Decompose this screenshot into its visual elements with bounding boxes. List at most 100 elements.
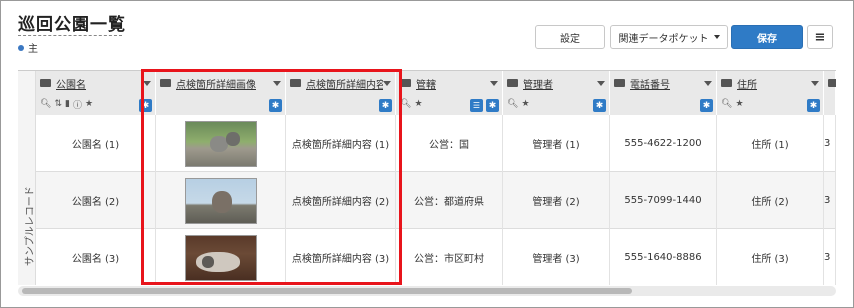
text-field-icon — [721, 79, 732, 87]
settings-button[interactable]: 設定 — [535, 25, 605, 49]
cell-phone[interactable]: 555-4622-1200 — [610, 115, 717, 172]
cell-inspection-detail[interactable]: 点検箇所詳細内容 (1) — [286, 115, 396, 172]
cell-extra[interactable]: 3 — [824, 115, 836, 172]
table-row[interactable]: 公園名 (2) 点検箇所詳細内容 (2) 公営：都道府県 管理者 (2) 555… — [36, 172, 836, 229]
column-label: 点検箇所詳細画像 — [176, 79, 256, 91]
cell-jurisdiction[interactable]: 公営：市区町村 — [396, 229, 503, 285]
chevron-down-icon[interactable] — [811, 80, 819, 86]
chevron-down-icon — [713, 35, 720, 39]
cell-jurisdiction[interactable]: 公営：国 — [396, 115, 503, 172]
page-subtitle: 主 — [18, 40, 38, 55]
cell-manager[interactable]: 管理者 (1) — [503, 115, 610, 172]
save-button[interactable]: 保存 — [731, 25, 803, 49]
column-header-manager[interactable]: 管理者 🔍︎ ★ ✱ — [503, 71, 610, 115]
data-grid: サンプルレコード 公園名 🔍︎ ⇅ ▮ ⓘ ★ ✱ 点検箇所詳細画像 ✱ 点検箇所詳細内… — [18, 70, 836, 285]
cat-photo — [184, 120, 257, 167]
bullet-icon — [18, 44, 24, 51]
column-header-jurisdiction[interactable]: 管轄 🔍︎ ★ ☰ ✱ — [396, 71, 503, 115]
cat-photo — [184, 234, 257, 281]
chevron-down-icon[interactable] — [143, 80, 151, 86]
chevron-down-icon[interactable] — [704, 80, 712, 86]
cell-phone[interactable]: 555-7099-1440 — [610, 172, 717, 229]
related-data-pocket-button[interactable]: 関連データポケット — [610, 25, 728, 49]
cell-inspection-detail[interactable]: 点検箇所詳細内容 (2) — [286, 172, 396, 229]
bar-chart-icon[interactable]: ▮ — [65, 99, 70, 109]
search-icon[interactable]: 🔍︎ — [507, 99, 518, 109]
text-field-icon — [40, 79, 51, 87]
text-field-icon — [828, 79, 836, 87]
column-label: 電話番号 — [630, 79, 670, 91]
column-header-inspection-detail[interactable]: 点検箇所詳細内容 ✱ — [286, 71, 396, 115]
cell-phone[interactable]: 555-1640-8886 — [610, 229, 717, 285]
column-header-extra[interactable] — [824, 71, 836, 115]
gear-icon[interactable]: ✱ — [139, 99, 152, 112]
star-icon[interactable]: ★ — [735, 99, 743, 109]
cell-jurisdiction[interactable]: 公営：都道府県 — [396, 172, 503, 229]
cell-manager[interactable]: 管理者 (3) — [503, 229, 610, 285]
chevron-down-icon[interactable] — [383, 80, 391, 86]
star-icon[interactable]: ★ — [85, 99, 93, 109]
cat-shape — [209, 135, 228, 152]
gear-icon[interactable]: ✱ — [593, 99, 606, 112]
column-header-phone[interactable]: 電話番号 ✱ — [610, 71, 717, 115]
chevron-down-icon[interactable] — [490, 80, 498, 86]
cat-photo — [184, 177, 257, 224]
page-title: 巡回公園一覧 — [18, 15, 126, 35]
column-label: 管理者 — [523, 79, 553, 91]
search-icon[interactable]: 🔍︎ — [40, 99, 51, 109]
related-label: 関連データポケット — [618, 33, 709, 45]
record-side-panel: サンプルレコード — [18, 71, 36, 285]
cell-inspection-image[interactable] — [156, 229, 286, 285]
cell-park-name[interactable]: 公園名 (2) — [36, 172, 156, 229]
settings-label: 設定 — [560, 33, 580, 45]
scrollbar-thumb[interactable] — [22, 288, 632, 294]
cell-inspection-image[interactable] — [156, 115, 286, 172]
column-header-address[interactable]: 住所 🔍︎ ★ ✱ — [717, 71, 824, 115]
chevron-down-icon[interactable] — [597, 80, 605, 86]
column-label: 公園名 — [56, 79, 86, 91]
column-label: 管轄 — [416, 79, 436, 91]
column-header-park-name[interactable]: 公園名 🔍︎ ⇅ ▮ ⓘ ★ ✱ — [36, 71, 156, 115]
cat-shape — [211, 190, 232, 213]
cell-park-name[interactable]: 公園名 (3) — [36, 229, 156, 285]
cat-shape — [225, 131, 240, 146]
save-label: 保存 — [757, 33, 777, 45]
cell-extra[interactable]: 3 — [824, 172, 836, 229]
cell-address[interactable]: 住所 (1) — [717, 115, 824, 172]
table-row[interactable]: 公園名 (1) 点検箇所詳細内容 (1) 公営：国 管理者 (1) 555-46… — [36, 115, 836, 172]
phone-icon — [614, 79, 625, 87]
gear-icon[interactable]: ✱ — [807, 99, 820, 112]
gear-icon[interactable]: ✱ — [269, 99, 282, 112]
gear-icon[interactable]: ✱ — [379, 99, 392, 112]
chevron-down-icon[interactable] — [273, 80, 281, 86]
cell-inspection-detail[interactable]: 点検箇所詳細内容 (3) — [286, 229, 396, 285]
cell-park-name[interactable]: 公園名 (1) — [36, 115, 156, 172]
star-icon[interactable]: ★ — [414, 99, 422, 109]
column-label: 住所 — [737, 79, 757, 91]
gear-icon[interactable]: ✱ — [700, 99, 713, 112]
search-icon[interactable]: 🔍︎ — [721, 99, 732, 109]
subtitle-text: 主 — [28, 44, 38, 55]
horizontal-scrollbar[interactable] — [18, 286, 836, 296]
table-row[interactable]: 公園名 (3) 点検箇所詳細内容 (3) 公営：市区町村 管理者 (3) 555… — [36, 229, 836, 285]
hamburger-menu-icon[interactable]: ≡ — [807, 25, 833, 49]
image-field-icon — [160, 79, 171, 87]
cell-manager[interactable]: 管理者 (2) — [503, 172, 610, 229]
cell-address[interactable]: 住所 (2) — [717, 172, 824, 229]
cell-inspection-image[interactable] — [156, 172, 286, 229]
cat-shape — [201, 255, 214, 268]
text-field-icon — [290, 79, 301, 87]
info-icon[interactable]: ⓘ — [73, 98, 82, 111]
category-field-icon — [400, 79, 411, 87]
cell-address[interactable]: 住所 (3) — [717, 229, 824, 285]
side-record-label: サンプルレコード — [25, 186, 36, 266]
text-field-icon — [507, 79, 518, 87]
list-view-icon[interactable]: ☰ — [470, 99, 483, 112]
search-icon[interactable]: 🔍︎ — [400, 99, 411, 109]
column-header-inspection-image[interactable]: 点検箇所詳細画像 ✱ — [156, 71, 286, 115]
column-label: 点検箇所詳細内容 — [306, 79, 383, 91]
star-icon[interactable]: ★ — [521, 99, 529, 109]
gear-icon[interactable]: ✱ — [486, 99, 499, 112]
sort-icon[interactable]: ⇅ — [54, 99, 62, 109]
cell-extra[interactable]: 3 — [824, 229, 836, 285]
